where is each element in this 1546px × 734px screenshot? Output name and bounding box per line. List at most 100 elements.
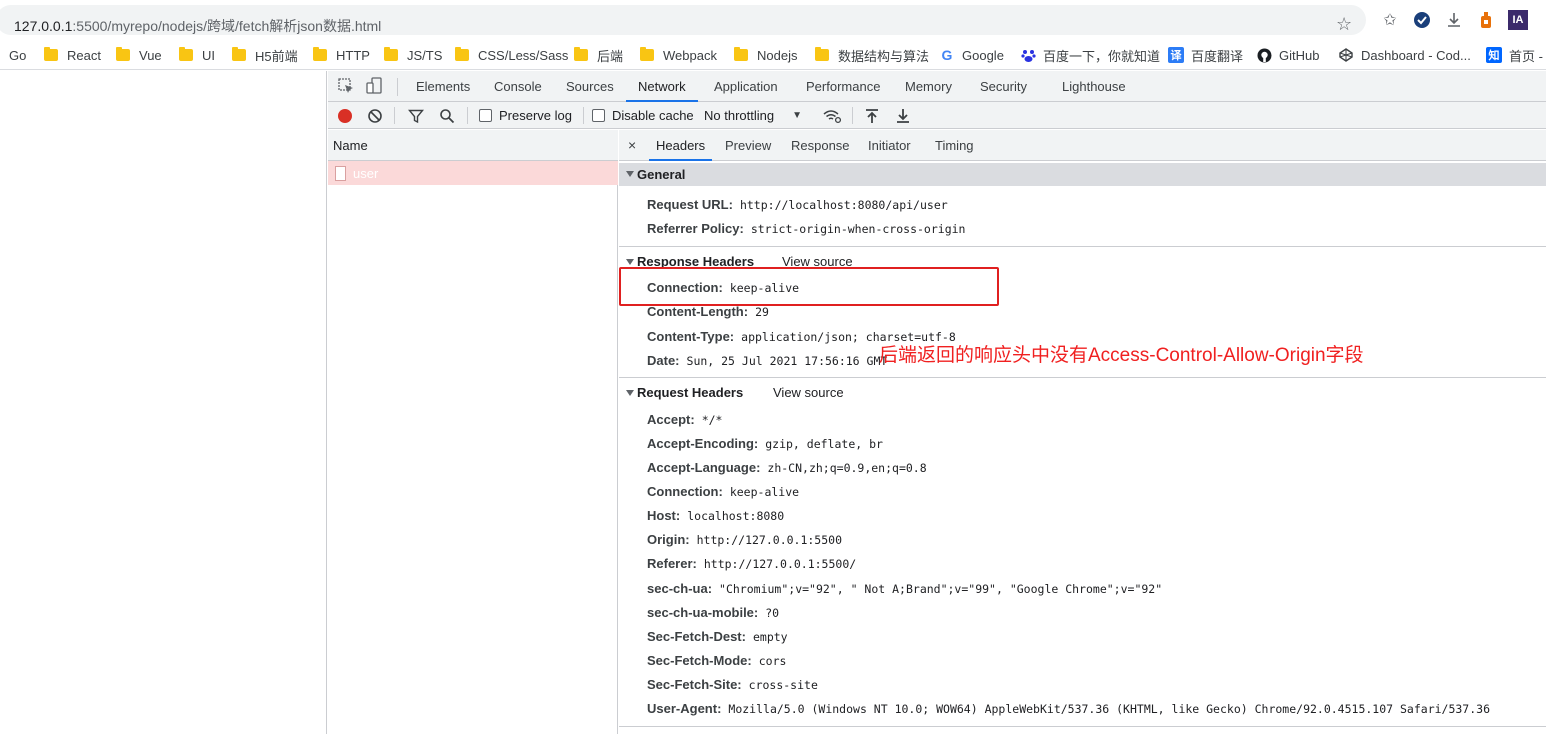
tab-network[interactable]: Network	[626, 71, 698, 102]
name-column-header[interactable]: Name	[328, 130, 618, 161]
translate-icon: 译	[1168, 47, 1184, 63]
bookmark-label: CSS/Less/Sass	[478, 47, 569, 63]
bookmark-github[interactable]: GitHub	[1256, 46, 1319, 64]
disable-cache-checkbox[interactable]: Disable cache	[592, 102, 694, 129]
request-header-row: sec-ch-ua-mobile: ?0	[647, 605, 779, 623]
tab-performance[interactable]: Performance	[806, 71, 880, 102]
bookmark-http[interactable]: HTTP	[313, 46, 370, 64]
bookmark-algorithms[interactable]: 数据结构与算法	[815, 46, 929, 64]
bookmark-label: HTTP	[336, 47, 370, 63]
extension-icon[interactable]	[1476, 10, 1496, 30]
omnibox[interactable]: i 127.0.0.1:5500/myrepo/nodejs/跨域/fetch解…	[0, 5, 1366, 35]
bookmark-css[interactable]: CSS/Less/Sass	[455, 46, 568, 64]
export-har-icon[interactable]	[896, 102, 910, 129]
bookmark-jsts[interactable]: JS/TS	[384, 46, 442, 64]
bookmarks-bar: Go React Vue UI H5前端 HTTP JS/TS CSS/Less…	[0, 40, 1546, 70]
check-extension-icon[interactable]	[1412, 10, 1432, 30]
tab-application[interactable]: Application	[714, 71, 778, 102]
request-view-source-link[interactable]: View source	[773, 385, 844, 400]
collapse-triangle-icon[interactable]	[626, 259, 634, 265]
collapse-triangle-icon[interactable]	[626, 390, 634, 396]
ia-extension-icon[interactable]: IA	[1508, 10, 1528, 30]
header-value: http://127.0.0.1:5500	[696, 533, 843, 547]
request-header-row: Sec-Fetch-Site: cross-site	[647, 677, 818, 695]
request-header-row: sec-ch-ua: "Chromium";v="92", " Not A;Bra…	[647, 581, 1162, 599]
section-divider	[619, 726, 1546, 727]
header-value: ?0	[765, 606, 780, 620]
bookmark-dashboard[interactable]: Dashboard - Cod...	[1338, 46, 1471, 64]
request-headers-title[interactable]: Request Headers	[637, 385, 743, 400]
divider	[394, 107, 395, 124]
bookmark-nodejs[interactable]: Nodejs	[734, 46, 797, 64]
bookmark-google[interactable]: G Google	[939, 46, 1004, 64]
info-icon[interactable]: i	[0, 17, 4, 31]
request-header-row: Sec-Fetch-Dest: empty	[647, 629, 788, 647]
divider	[397, 78, 398, 96]
bookmark-label: JS/TS	[407, 47, 443, 63]
device-toolbar-icon[interactable]	[365, 77, 383, 95]
request-list: Name user	[328, 130, 618, 734]
import-har-icon[interactable]	[865, 102, 879, 129]
tab-initiator[interactable]: Initiator	[868, 130, 911, 161]
bookmark-vue[interactable]: Vue	[116, 46, 162, 64]
preserve-log-checkbox[interactable]: Preserve log	[479, 102, 572, 129]
search-icon[interactable]	[439, 102, 455, 129]
tab-lighthouse[interactable]: Lighthouse	[1062, 71, 1126, 102]
request-header-row: Origin: http://127.0.0.1:5500	[647, 532, 842, 550]
header-key: Connection:	[647, 484, 723, 499]
bookmark-go[interactable]: Go	[9, 46, 26, 64]
tab-elements[interactable]: Elements	[416, 71, 470, 102]
tab-timing[interactable]: Timing	[935, 130, 974, 161]
tab-preview[interactable]: Preview	[725, 130, 771, 161]
bookmark-label: H5前端	[255, 48, 298, 64]
network-conditions-icon[interactable]	[822, 102, 842, 129]
bookmark-translate[interactable]: 译百度翻译	[1168, 46, 1243, 64]
header-key: Origin:	[647, 532, 690, 547]
record-button[interactable]	[337, 102, 353, 129]
divider	[583, 107, 584, 124]
tab-response[interactable]: Response	[791, 130, 850, 161]
bookmark-webpack[interactable]: Webpack	[640, 46, 717, 64]
bookmark-label: 后端	[597, 48, 624, 64]
header-key: Accept-Encoding:	[647, 436, 759, 451]
tab-memory[interactable]: Memory	[905, 71, 952, 102]
bookmark-star-icon[interactable]: ✩	[1380, 10, 1400, 30]
folder-icon	[44, 47, 58, 61]
header-value: "Chromium";v="92", " Not A;Brand";v="99"…	[719, 582, 1163, 596]
tab-security[interactable]: Security	[980, 71, 1027, 102]
download-icon[interactable]	[1444, 10, 1464, 30]
url-path: :5500/myrepo/nodejs/跨域/fetch解析json数据.htm…	[72, 18, 382, 34]
folder-icon	[734, 47, 748, 61]
throttling-value: No throttling	[704, 108, 775, 123]
close-icon[interactable]: ×	[628, 137, 636, 153]
bookmark-backend[interactable]: 后端	[574, 46, 623, 64]
tab-console[interactable]: Console	[494, 71, 542, 102]
bookmark-zhihu[interactable]: 知首页 -	[1486, 46, 1543, 64]
tab-headers[interactable]: Headers	[649, 130, 713, 161]
request-header-row: Accept-Language: zh-CN,zh;q=0.9,en;q=0.8	[647, 460, 927, 478]
star-icon[interactable]: ☆	[1336, 14, 1352, 35]
tab-sources[interactable]: Sources	[566, 71, 614, 102]
folder-icon	[815, 47, 829, 61]
throttling-select[interactable]: No throttling ▼	[704, 102, 802, 129]
folder-icon	[116, 47, 130, 61]
folder-icon	[574, 47, 588, 61]
inspect-element-icon[interactable]	[337, 77, 355, 95]
request-row-user[interactable]: user	[328, 161, 618, 185]
checkbox-box	[479, 109, 492, 122]
zhihu-icon: 知	[1486, 47, 1502, 63]
clear-icon[interactable]	[367, 102, 383, 129]
bookmark-label: Go	[9, 47, 27, 63]
bookmark-ui[interactable]: UI	[179, 46, 215, 64]
bookmark-label: Webpack	[663, 47, 717, 63]
bookmark-h5[interactable]: H5前端	[232, 46, 298, 64]
url-text[interactable]: 127.0.0.1:5500/myrepo/nodejs/跨域/fetch解析j…	[14, 16, 381, 36]
github-icon	[1256, 47, 1272, 63]
bookmark-react[interactable]: React	[44, 46, 101, 64]
bookmark-baidu[interactable]: 百度一下，你就知道	[1020, 46, 1160, 64]
filter-icon[interactable]	[408, 102, 424, 129]
header-value: keep-alive	[729, 485, 800, 499]
bookmark-label: UI	[202, 47, 215, 63]
general-section-header[interactable]: General	[619, 163, 1546, 186]
divider	[852, 107, 853, 124]
